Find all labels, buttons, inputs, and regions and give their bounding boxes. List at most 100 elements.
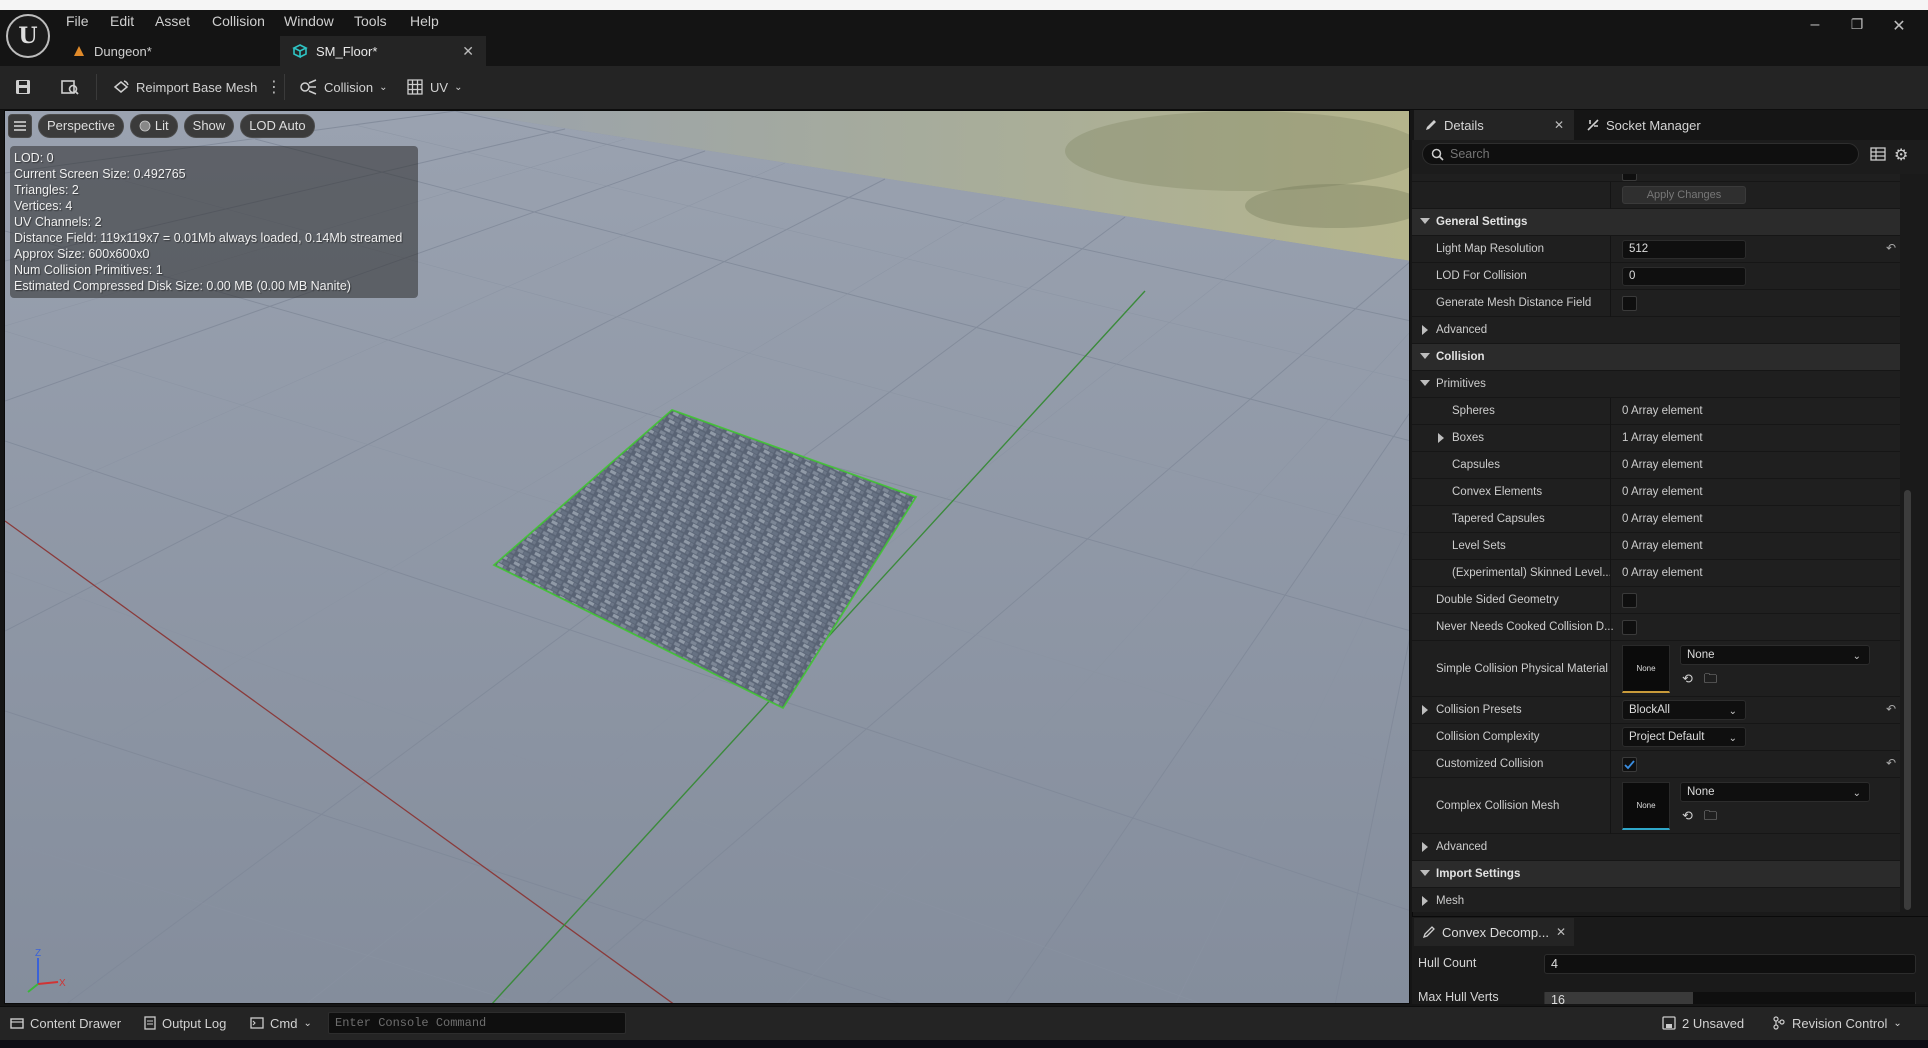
search-box[interactable] bbox=[1422, 143, 1859, 165]
use-selected-icon[interactable]: ⟲ bbox=[1682, 672, 1696, 686]
toolbar bbox=[0, 66, 1928, 110]
category-general-settings[interactable]: General Settings bbox=[1412, 209, 1900, 236]
table-view-icon[interactable] bbox=[1870, 146, 1886, 162]
minimize-icon[interactable]: – bbox=[1802, 16, 1828, 34]
collision-mesh-thumbnail[interactable]: None bbox=[1622, 782, 1670, 830]
uv-dropdown[interactable]: UV ⌄ bbox=[406, 72, 462, 102]
reset-arrow-icon[interactable]: ↶ bbox=[1886, 703, 1898, 715]
collision-dropdown[interactable]: Collision ⌄ bbox=[298, 72, 388, 102]
browse-folder-icon[interactable]: 🗀 bbox=[1704, 672, 1718, 686]
menu-tools[interactable]: Tools bbox=[354, 11, 387, 31]
content-drawer-button[interactable]: Content Drawer bbox=[10, 1012, 121, 1034]
use-selected-icon[interactable]: ⟲ bbox=[1682, 809, 1696, 823]
close-tab-icon[interactable]: ✕ bbox=[1556, 925, 1566, 939]
viewport-menu-icon[interactable] bbox=[8, 114, 32, 138]
unreal-logo-icon[interactable]: U bbox=[6, 14, 50, 58]
lit-button[interactable]: Lit bbox=[129, 114, 178, 138]
level-icon bbox=[74, 46, 84, 56]
double-sided-checkbox[interactable] bbox=[1622, 593, 1637, 608]
tab-socket-manager[interactable]: Socket Manager bbox=[1576, 110, 1746, 140]
menu-collision[interactable]: Collision bbox=[212, 11, 265, 31]
physical-material-dropdown[interactable]: None ⌄ bbox=[1680, 645, 1870, 665]
light-map-resolution-input[interactable]: 512 bbox=[1622, 240, 1746, 259]
browse-button[interactable] bbox=[60, 72, 80, 102]
menu-help[interactable]: Help bbox=[410, 11, 439, 31]
output-log-button[interactable]: Output Log bbox=[144, 1012, 226, 1034]
max-hull-verts-slider[interactable]: 16 bbox=[1544, 992, 1916, 1004]
physical-material-thumbnail[interactable]: None bbox=[1622, 645, 1670, 693]
generate-df-checkbox[interactable] bbox=[1622, 296, 1637, 311]
close-tab-icon[interactable]: ✕ bbox=[1554, 118, 1564, 132]
revision-control-label: Revision Control bbox=[1792, 1015, 1888, 1031]
lit-sphere-icon bbox=[139, 120, 151, 132]
expand-arrow-icon bbox=[1420, 353, 1430, 359]
checkmark-icon bbox=[1624, 760, 1635, 770]
reimport-label: Reimport Base Mesh bbox=[136, 79, 258, 95]
partial-checkbox[interactable] bbox=[1622, 174, 1637, 181]
collision-presets-dropdown[interactable]: BlockAll ⌄ bbox=[1622, 700, 1746, 720]
console-icon bbox=[250, 1017, 264, 1029]
save-button[interactable] bbox=[14, 72, 32, 102]
close-tab-icon[interactable]: ✕ bbox=[462, 43, 474, 60]
tab-dungeon-label: Dungeon* bbox=[94, 43, 152, 59]
row-primitives[interactable]: Primitives bbox=[1412, 371, 1900, 398]
mesh-label: Mesh bbox=[1436, 895, 1465, 907]
never-cooked-checkbox[interactable] bbox=[1622, 620, 1637, 635]
revision-control-button[interactable]: Revision Control ⌄ bbox=[1772, 1012, 1902, 1034]
settings-gear-icon[interactable]: ⚙ bbox=[1894, 145, 1908, 165]
perspective-button[interactable]: Perspective bbox=[38, 114, 124, 138]
chevron-down-icon: ⌄ bbox=[1728, 733, 1737, 744]
cmd-label: Cmd bbox=[270, 1015, 298, 1031]
restore-icon[interactable]: ❐ bbox=[1844, 16, 1870, 33]
collision-complexity-dropdown[interactable]: Project Default ⌄ bbox=[1622, 727, 1746, 747]
lod-button[interactable]: LOD Auto bbox=[240, 114, 315, 138]
boxes-value: 1 Array element bbox=[1622, 432, 1703, 444]
lod-for-collision-input[interactable]: 0 bbox=[1622, 267, 1746, 286]
customized-collision-checkbox[interactable] bbox=[1622, 757, 1637, 772]
row-advanced-general[interactable]: Advanced bbox=[1412, 317, 1900, 344]
lod-for-collision-label: LOD For Collision bbox=[1436, 270, 1527, 282]
tab-details[interactable]: Details ✕ bbox=[1414, 110, 1574, 140]
uv-label: UV bbox=[430, 79, 449, 95]
hull-count-input[interactable]: 4 bbox=[1544, 954, 1916, 974]
row-boxes[interactable]: Boxes 1 Array element bbox=[1412, 425, 1900, 452]
row-convex-elements: Convex Elements 0 Array element bbox=[1412, 479, 1900, 506]
tab-sm-floor[interactable]: SM_Floor* ✕ bbox=[280, 36, 486, 66]
menu-window[interactable]: Window bbox=[284, 11, 334, 31]
category-collision[interactable]: Collision bbox=[1412, 344, 1900, 371]
unsaved-button[interactable]: 2 Unsaved bbox=[1662, 1012, 1744, 1034]
search-input[interactable] bbox=[1450, 147, 1830, 161]
details-scrollbar[interactable] bbox=[1904, 490, 1911, 910]
collision-complexity-label: Collision Complexity bbox=[1436, 731, 1540, 743]
menu-edit[interactable]: Edit bbox=[110, 11, 134, 31]
customized-collision-label: Customized Collision bbox=[1436, 758, 1544, 770]
menu-file[interactable]: File bbox=[66, 11, 89, 31]
chevron-down-icon: ⌄ bbox=[1728, 706, 1737, 717]
menu-asset[interactable]: Asset bbox=[155, 11, 190, 31]
collision-mesh-dropdown[interactable]: None ⌄ bbox=[1680, 782, 1870, 802]
expand-arrow-icon bbox=[1420, 380, 1430, 386]
close-window-icon[interactable]: ✕ bbox=[1886, 16, 1912, 36]
apply-changes-button[interactable]: Apply Changes bbox=[1622, 186, 1746, 204]
console-command-input[interactable]: Enter Console Command bbox=[328, 1012, 626, 1034]
browse-folder-icon[interactable]: 🗀 bbox=[1704, 809, 1718, 823]
row-advanced-collision[interactable]: Advanced bbox=[1412, 834, 1900, 861]
tab-convex-decomposition[interactable]: Convex Decomp... ✕ bbox=[1414, 918, 1574, 946]
advanced-collision-label: Advanced bbox=[1436, 841, 1488, 853]
convex-icon bbox=[1422, 926, 1435, 939]
category-import-settings[interactable]: Import Settings bbox=[1412, 861, 1900, 888]
stat-lod: LOD: 0 bbox=[14, 151, 54, 165]
more-options-icon[interactable]: ⋮ bbox=[266, 72, 282, 102]
reset-arrow-icon[interactable]: ↶ bbox=[1886, 757, 1898, 769]
convex-elements-label: Convex Elements bbox=[1452, 486, 1543, 498]
reimport-base-mesh-button[interactable]: Reimport Base Mesh bbox=[112, 72, 257, 102]
row-collision-presets[interactable]: Collision Presets BlockAll ⌄ ↶ bbox=[1412, 697, 1900, 724]
reset-arrow-icon[interactable]: ↶ bbox=[1886, 242, 1898, 254]
advanced-label: Advanced bbox=[1436, 324, 1488, 336]
cmd-dropdown[interactable]: Cmd ⌄ bbox=[250, 1012, 312, 1034]
complex-collision-mesh-label: Complex Collision Mesh bbox=[1436, 800, 1560, 812]
row-mesh[interactable]: Mesh bbox=[1412, 888, 1900, 912]
tab-dungeon[interactable]: Dungeon* bbox=[60, 36, 278, 66]
show-button[interactable]: Show bbox=[183, 114, 235, 138]
collision-label: Collision bbox=[324, 79, 374, 95]
